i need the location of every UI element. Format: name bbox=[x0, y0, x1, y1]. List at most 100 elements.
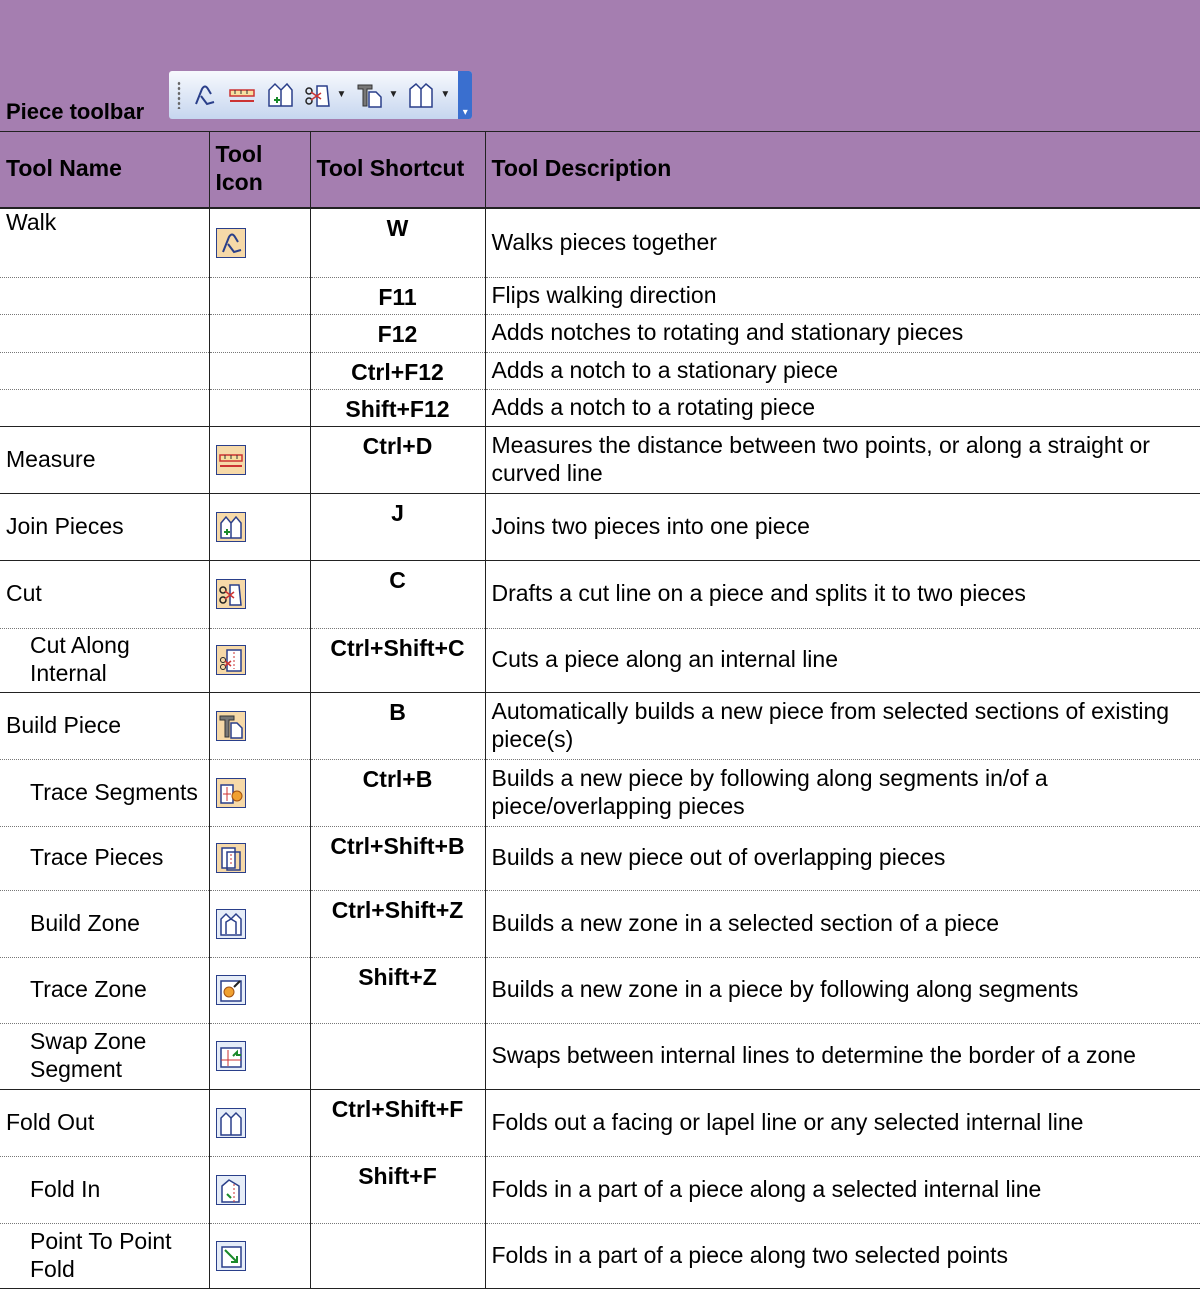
table-row: Point To Point Fold Folds in a part of a … bbox=[0, 1222, 1200, 1289]
table-row: Trace Segments Ctrl+B Builds a new piece b… bbox=[0, 758, 1200, 826]
toolbar-options-icon[interactable]: ▾ bbox=[458, 70, 473, 119]
table-row: Trace Zone Shift+Z Builds a new zone in a … bbox=[0, 956, 1200, 1023]
table-row: Join Pieces J Joins two pieces into one pi… bbox=[0, 492, 1200, 560]
tool-description: Swaps between internal lines to determin… bbox=[484, 1022, 1200, 1089]
toolbar-grip[interactable] bbox=[176, 80, 181, 109]
tool-shortcut: W bbox=[309, 207, 486, 277]
tool-description: Builds a new piece out of overlapping pi… bbox=[484, 825, 1200, 890]
swap-zone-segment-icon bbox=[215, 1041, 246, 1071]
tool-name bbox=[0, 388, 210, 426]
walk-icon bbox=[215, 227, 246, 258]
join-pieces-icon[interactable] bbox=[265, 80, 295, 110]
cut-along-internal-icon bbox=[215, 645, 246, 675]
tools-table: Piece toolbar ▼ ▼ ▼ ▾ Tool Name Tool Ico… bbox=[0, 0, 1200, 208]
tool-description: Folds out a facing or lapel line or any … bbox=[484, 1088, 1200, 1156]
build-piece-icon[interactable] bbox=[354, 80, 384, 110]
tool-icon-cell bbox=[208, 276, 311, 314]
header-tool-description: Tool Description bbox=[484, 130, 1200, 208]
table-row: F11 Flips walking direction bbox=[0, 276, 1200, 314]
tool-icon-cell bbox=[208, 758, 311, 826]
tool-description: Builds a new piece by following along se… bbox=[484, 758, 1200, 826]
tool-shortcut: Ctrl+F12 bbox=[309, 351, 486, 389]
tool-description: Adds a notch to a rotating piece bbox=[484, 388, 1200, 426]
tool-name: Walk bbox=[0, 207, 210, 277]
tool-shortcut: J bbox=[309, 492, 486, 560]
tool-icon-cell bbox=[208, 1022, 311, 1089]
tool-shortcut bbox=[309, 1222, 486, 1289]
header-row: Tool Name Tool Icon Tool Shortcut Tool D… bbox=[0, 130, 1200, 208]
build-piece-icon bbox=[215, 710, 246, 741]
tool-name: Fold Out bbox=[0, 1088, 210, 1156]
toolbar-row: Piece toolbar ▼ ▼ ▼ ▾ bbox=[0, 0, 1200, 131]
tool-icon-cell bbox=[208, 559, 311, 628]
tool-name: Trace Pieces bbox=[0, 825, 210, 890]
tool-shortcut: B bbox=[309, 691, 486, 759]
tool-icon-cell bbox=[208, 889, 311, 957]
table-row: Fold Out Ctrl+Shift+F Folds out a facing o… bbox=[0, 1088, 1200, 1156]
measure-icon[interactable] bbox=[227, 80, 257, 110]
tool-description: Measures the distance between two points… bbox=[484, 425, 1200, 493]
tool-shortcut: Shift+F12 bbox=[309, 388, 486, 426]
tool-shortcut: Shift+Z bbox=[309, 956, 486, 1023]
table-row: Swap Zone Segment Swaps between internal … bbox=[0, 1022, 1200, 1089]
tool-shortcut: C bbox=[309, 559, 486, 628]
tool-name bbox=[0, 351, 210, 389]
fold-out-icon bbox=[215, 1107, 246, 1138]
table-row: Build Zone Ctrl+Shift+Z Builds a new zone … bbox=[0, 889, 1200, 957]
point-to-point-fold-icon bbox=[215, 1240, 246, 1271]
cut-icon[interactable] bbox=[303, 80, 333, 110]
tool-description: Cuts a piece along an internal line bbox=[484, 627, 1200, 692]
join-pieces-icon bbox=[215, 511, 246, 542]
table-row: Walk W Walks pieces together bbox=[0, 207, 1200, 277]
tool-shortcut: Shift+F bbox=[309, 1155, 486, 1223]
tool-description: Flips walking direction bbox=[484, 276, 1200, 314]
table-row: Shift+F12 Adds a notch to a rotating piec… bbox=[0, 388, 1200, 426]
tool-description: Adds a notch to a stationary piece bbox=[484, 351, 1200, 389]
tool-shortcut: F11 bbox=[309, 276, 486, 314]
tool-name bbox=[0, 313, 210, 352]
tool-icon-cell bbox=[208, 1155, 311, 1223]
tool-description: Folds in a part of a piece along a selec… bbox=[484, 1155, 1200, 1223]
table-row: Cut C Drafts a cut line on a piece and spl… bbox=[0, 559, 1200, 628]
trace-segments-icon bbox=[215, 777, 246, 808]
tool-icon-cell bbox=[208, 956, 311, 1023]
tool-icon-cell bbox=[208, 425, 311, 493]
cut-dropdown-arrow-icon[interactable]: ▼ bbox=[337, 89, 347, 101]
tool-description: Adds notches to rotating and stationary … bbox=[484, 313, 1200, 352]
tools-table-body: Walk W Walks pieces together F11 Flips walki… bbox=[0, 207, 1200, 1289]
cut-icon bbox=[215, 579, 246, 609]
table-row: Build Piece B Automatically builds a new p… bbox=[0, 691, 1200, 759]
tool-shortcut: Ctrl+Shift+B bbox=[309, 825, 486, 890]
tool-name: Point To Point Fold bbox=[0, 1222, 210, 1289]
table-row: Measure Ctrl+D Measures the distance betwe… bbox=[0, 425, 1200, 493]
fold-dropdown-arrow-icon[interactable]: ▼ bbox=[440, 89, 450, 101]
build-dropdown-arrow-icon[interactable]: ▼ bbox=[388, 89, 398, 101]
tool-shortcut: Ctrl+D bbox=[309, 425, 486, 493]
tool-icon-cell bbox=[208, 1088, 311, 1156]
tool-icon-cell bbox=[208, 313, 311, 352]
table-row: F12 Adds notches to rotating and stationa… bbox=[0, 313, 1200, 352]
fold-in-icon bbox=[215, 1174, 246, 1205]
header-tool-name: Tool Name bbox=[0, 130, 210, 208]
tool-shortcut: Ctrl+Shift+Z bbox=[309, 889, 486, 957]
tool-name bbox=[0, 276, 210, 314]
tool-name: Build Piece bbox=[0, 691, 210, 759]
table-row: Fold In Shift+F Folds in a part of a piece… bbox=[0, 1155, 1200, 1223]
tool-description: Walks pieces together bbox=[484, 207, 1200, 277]
tool-shortcut: F12 bbox=[309, 313, 486, 352]
tool-name: Fold In bbox=[0, 1155, 210, 1223]
trace-pieces-icon bbox=[215, 843, 246, 873]
tool-description: Builds a new zone in a piece by followin… bbox=[484, 956, 1200, 1023]
fold-out-icon[interactable] bbox=[406, 80, 436, 110]
tool-icon-cell bbox=[208, 1222, 311, 1289]
table-row: Trace Pieces Ctrl+Shift+B Builds a new pie… bbox=[0, 825, 1200, 890]
tool-name: Build Zone bbox=[0, 889, 210, 957]
walk-icon[interactable] bbox=[189, 80, 219, 110]
table-row: Cut Along Internal Ctrl+Shift+C Cuts a pie… bbox=[0, 627, 1200, 692]
tool-shortcut bbox=[309, 1022, 486, 1089]
piece-toolbar[interactable]: ▼ ▼ ▼ ▾ bbox=[168, 70, 473, 119]
tool-icon-cell bbox=[208, 691, 311, 759]
tool-icon-cell bbox=[208, 627, 311, 692]
trace-zone-icon bbox=[215, 975, 246, 1005]
header-tool-icon: Tool Icon bbox=[208, 130, 311, 208]
